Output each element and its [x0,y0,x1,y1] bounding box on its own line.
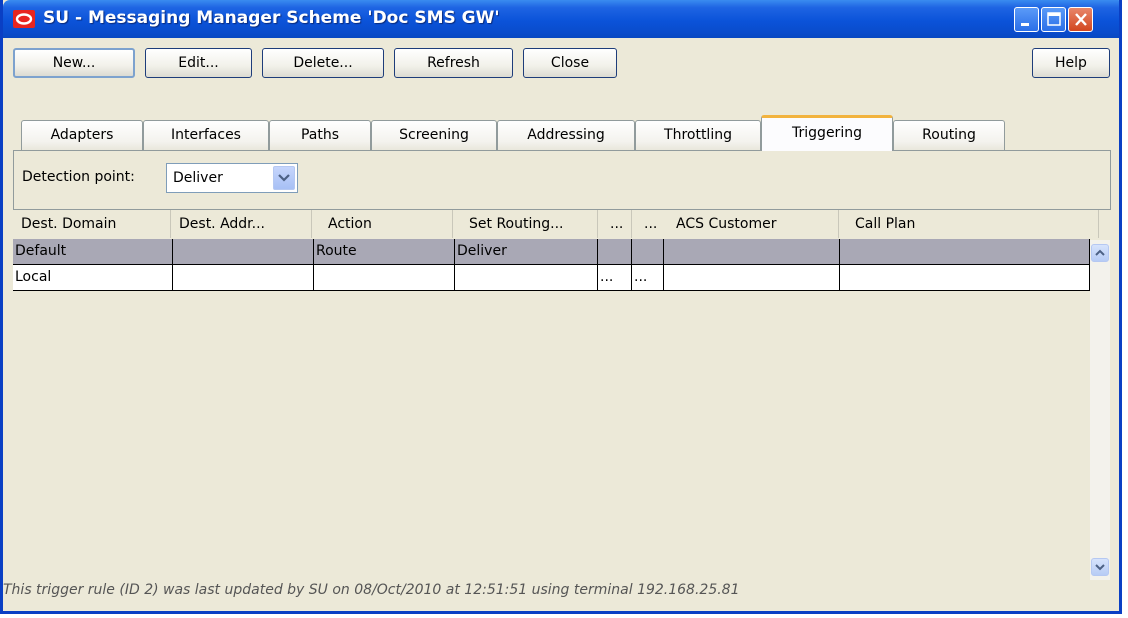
column-header-label: Call Plan [855,216,916,232]
column-header-label: Dest. Addr... [179,216,266,232]
dropdown-arrow-button[interactable] [273,166,295,190]
chevron-up-icon [1095,249,1105,256]
column-header-label: Set Routing... [469,216,564,232]
maximize-button[interactable] [1041,7,1066,32]
chevron-down-icon [1095,564,1105,571]
column-header-dest-addr[interactable]: Dest. Addr... [171,210,312,238]
title-bar[interactable]: SU - Messaging Manager Scheme 'Doc SMS G… [3,0,1119,38]
help-button[interactable]: Help [1032,48,1110,78]
new-button[interactable]: New... [13,48,135,78]
close-button[interactable]: Close [523,48,617,78]
scroll-down-button[interactable] [1091,558,1109,576]
tab-interfaces[interactable]: Interfaces [143,120,269,150]
tab-routing[interactable]: Routing [893,120,1005,150]
chevron-down-icon [278,174,290,182]
close-window-button[interactable] [1068,7,1093,32]
detection-point-label: Detection point: [22,169,135,185]
window-title: SU - Messaging Manager Scheme 'Doc SMS G… [43,8,500,28]
column-header-label: Dest. Domain [21,216,117,232]
minimize-icon [1021,23,1029,26]
status-bar-text: This trigger rule (ID 2) was last update… [3,582,740,598]
scroll-up-button[interactable] [1091,244,1109,262]
table-cell [314,265,455,291]
delete-button[interactable]: Delete... [262,48,384,78]
window-body: New... Edit... Delete... Refresh Close H… [3,38,1119,611]
tab-addressing[interactable]: Addressing [497,120,635,150]
table-cell [632,239,664,265]
column-header-label: Action [328,216,372,232]
table-cell [664,239,840,265]
tab-throttling[interactable]: Throttling [635,120,761,150]
table-row[interactable]: Local ... ... [13,265,1090,291]
detection-point-value: Deliver [173,170,223,186]
table-cell: Default [13,239,173,265]
tab-paths[interactable]: Paths [269,120,371,150]
column-header-call-plan[interactable]: Call Plan [839,210,1099,238]
table-cell: Deliver [455,239,598,265]
close-icon [1075,13,1087,26]
column-header-extra-2[interactable]: ... [632,210,664,238]
table-cell: Route [314,239,455,265]
triggering-panel: Detection point: Deliver Dest. Domain De… [13,150,1111,610]
column-header-acs-customer[interactable]: ACS Customer [664,210,839,238]
refresh-button[interactable]: Refresh [394,48,513,78]
column-header-action[interactable]: Action [312,210,453,238]
table-cell [173,239,314,265]
table-cell [598,239,632,265]
tab-screening[interactable]: Screening [371,120,497,150]
table-cell [173,265,314,291]
table-row[interactable]: Default Route Deliver [13,239,1090,265]
maximize-icon [1047,12,1061,26]
table-cell [664,265,840,291]
table-cell: Local [13,265,173,291]
trigger-rules-table: Dest. Domain Dest. Addr... Action Set Ro… [13,209,1111,610]
tab-bar: Adapters Interfaces Paths Screening Addr… [3,115,1119,151]
edit-button[interactable]: Edit... [145,48,252,78]
minimize-button[interactable] [1014,7,1039,32]
tab-adapters[interactable]: Adapters [21,120,143,150]
table-cell: ... [598,265,632,291]
table-cell: ... [632,265,664,291]
column-header-extra-1[interactable]: ... [598,210,632,238]
column-header-label: ... [610,216,624,232]
column-header-label: ACS Customer [676,216,777,232]
table-cell [455,265,598,291]
oracle-logo-icon [13,10,35,28]
app-window: SU - Messaging Manager Scheme 'Doc SMS G… [0,0,1122,614]
vertical-scrollbar[interactable] [1090,240,1110,580]
table-cell [840,239,1090,265]
column-header-label: ... [644,216,658,232]
column-header-set-routing[interactable]: Set Routing... [453,210,598,238]
detection-point-select[interactable]: Deliver [166,163,298,193]
column-header-dest-domain[interactable]: Dest. Domain [13,210,171,238]
tab-triggering[interactable]: Triggering [761,115,893,151]
table-cell [840,265,1090,291]
